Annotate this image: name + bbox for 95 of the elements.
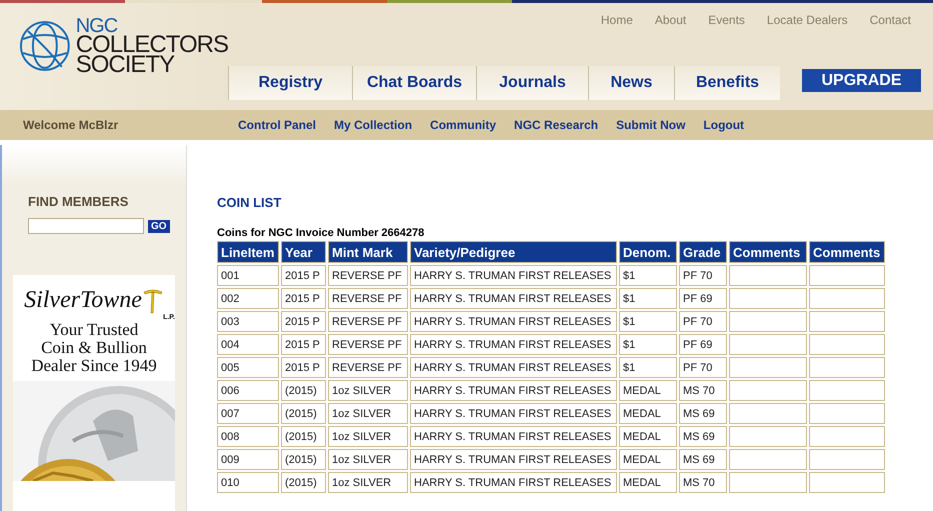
table-cell: (2015) [281,426,326,447]
nav-tab[interactable]: News [588,66,674,100]
find-members-title: FIND MEMBERS [28,194,130,209]
table-cell: PF 69 [679,288,727,309]
logo-text: NGC [76,17,118,35]
table-cell: HARRY S. TRUMAN FIRST RELEASES [410,472,617,493]
table-cell: PF 69 [679,334,727,355]
table-cell: 008 [217,426,279,447]
globe-icon [18,19,72,73]
table-cell: PF 70 [679,265,727,286]
table-cell: PF 70 [679,311,727,332]
column-header: Denom. [619,241,677,263]
nav-tab[interactable]: Journals [476,66,588,100]
table-cell: MS 70 [679,380,727,401]
table-cell: (2015) [281,472,326,493]
column-header: Variety/Pedigree [410,241,617,263]
table-cell: HARRY S. TRUMAN FIRST RELEASES [410,357,617,378]
column-header: Mint Mark [328,241,408,263]
table-cell: REVERSE PF [328,334,408,355]
column-header: Comments [729,241,807,263]
table-cell: 003 [217,311,279,332]
subnav-link[interactable]: NGC Research [514,118,598,132]
subnav-link[interactable]: My Collection [334,118,412,132]
ad-tagline: Coin & Bullion [40,339,148,357]
subnav-link[interactable]: Control Panel [238,118,316,132]
table-cell: 2015 P [281,357,326,378]
page-heading: COIN LIST [217,195,282,210]
table-cell: MS 69 [679,426,727,447]
table-cell: PF 70 [679,357,727,378]
search-field[interactable] [28,218,144,234]
welcome-text: Welcome McBlzr [22,118,120,132]
table-cell: MS 69 [679,449,727,470]
table-cell: 001 [217,265,279,286]
nav-tab[interactable]: Benefits [674,66,780,100]
table-cell: MEDAL [619,380,677,401]
table-cell: 1oz SILVER [328,426,408,447]
table-cell: (2015) [281,449,326,470]
table-cell: MEDAL [619,472,677,493]
nav-tab[interactable]: Chat Boards [352,66,476,100]
table-cell: REVERSE PF [328,357,408,378]
table-caption: Coins for NGC Invoice Number 2664278 [217,227,426,239]
logo-text: COLLECTORS [76,35,228,55]
table-cell: 007 [217,403,279,424]
table-cell: HARRY S. TRUMAN FIRST RELEASES [410,449,617,470]
subnav-link[interactable]: Community [430,118,496,132]
table-cell: 010 [217,472,279,493]
table-cell: 2015 P [281,288,326,309]
table-cell: 009 [217,449,279,470]
table-cell: $1 [619,265,677,286]
column-header: Comments [809,241,885,263]
go-button[interactable]: GO [148,220,170,232]
table-cell: REVERSE PF [328,311,408,332]
table-cell: HARRY S. TRUMAN FIRST RELEASES [410,403,617,424]
table-cell: (2015) [281,380,326,401]
ad-tagline: Your Trusted [48,321,140,339]
table-cell: MS 70 [679,472,727,493]
table-cell: 004 [217,334,279,355]
table-cell: HARRY S. TRUMAN FIRST RELEASES [410,334,617,355]
table-cell: HARRY S. TRUMAN FIRST RELEASES [410,311,617,332]
table-cell: $1 [619,334,677,355]
upgrade-button[interactable]: UPGRADE [802,69,921,92]
table-cell: $1 [619,311,677,332]
brand-logo-text: SilverTowne [24,287,142,314]
table-cell: HARRY S. TRUMAN FIRST RELEASES [410,426,617,447]
table-cell: REVERSE PF [328,265,408,286]
table-cell: 1oz SILVER [328,403,408,424]
column-header: LineItem [217,241,279,263]
table-cell: 002 [217,288,279,309]
table-cell: 2015 P [281,311,326,332]
table-cell: 1oz SILVER [328,472,408,493]
table-cell: REVERSE PF [328,288,408,309]
table-cell: HARRY S. TRUMAN FIRST RELEASES [410,265,617,286]
column-header: Year [281,241,326,263]
table-cell: MEDAL [619,449,677,470]
table-cell: 2015 P [281,265,326,286]
table-cell: 1oz SILVER [328,449,408,470]
table-cell: HARRY S. TRUMAN FIRST RELEASES [410,288,617,309]
table-cell: MEDAL [619,426,677,447]
table-cell: (2015) [281,403,326,424]
table-cell: 2015 P [281,334,326,355]
logo-text: SOCIETY [76,55,174,75]
subnav-link[interactable]: Logout [703,118,744,132]
table-cell: MS 69 [679,403,727,424]
column-header: Grade [679,241,727,263]
table-cell: 006 [217,380,279,401]
table-cell: $1 [619,288,677,309]
subnav-link[interactable]: Submit Now [616,118,686,132]
ad-tagline: Dealer Since 1949 [31,357,157,375]
nav-tab[interactable]: Registry [228,66,352,100]
table-cell: 005 [217,357,279,378]
table-cell: $1 [619,357,677,378]
pickaxe-icon [142,288,164,314]
table-cell: MEDAL [619,403,677,424]
table-cell: 1oz SILVER [328,380,408,401]
table-cell: HARRY S. TRUMAN FIRST RELEASES [410,380,617,401]
